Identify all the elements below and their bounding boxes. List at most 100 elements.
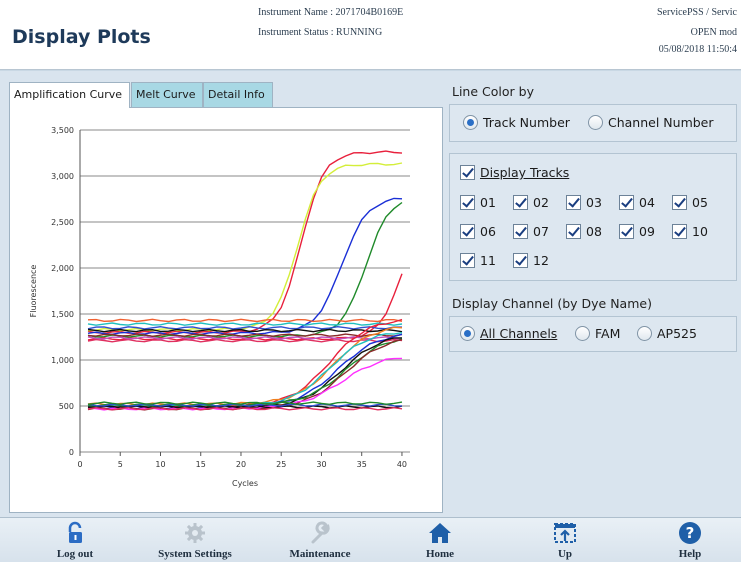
header-bar: Display Plots Instrument Name : 2071704B… [0, 0, 741, 70]
checkbox-checked-icon [460, 224, 475, 239]
track-checkbox-01[interactable]: 01 [460, 195, 496, 210]
tab-detail-info[interactable]: Detail Info [203, 82, 273, 107]
x-tick-label: 25 [276, 460, 286, 469]
log-out-button[interactable]: Log out [40, 518, 110, 562]
track-label: 07 [533, 224, 549, 239]
tab-melt-curve[interactable]: Melt Curve [131, 82, 203, 107]
radio-selected-icon [460, 326, 475, 341]
home-button[interactable]: Home [410, 518, 470, 562]
radio-fam-label: FAM [595, 326, 621, 341]
chart-panel: 0 500 1,000 1,500 2,000 2,500 3,000 3,500 0 5 10 15… [9, 107, 443, 513]
track-checkbox-04[interactable]: 04 [619, 195, 655, 210]
gear-icon [185, 523, 205, 543]
track-checkbox-11[interactable]: 11 [460, 253, 496, 268]
unlock-icon [68, 521, 82, 543]
up-button[interactable]: Up [540, 518, 590, 562]
user-info: ServicePSS / Servic [657, 7, 737, 18]
series-line [87, 150, 403, 335]
bottom-toolbar: Log out System Settings Maintenance Home [0, 517, 741, 562]
up-window-icon [554, 523, 576, 543]
page-title: Display Plots [12, 26, 151, 48]
up-label: Up [557, 548, 573, 560]
amplification-chart: 0 500 1,000 1,500 2,000 2,500 3,000 3,500 0 5 10 15… [29, 126, 410, 488]
y-tick-label: 1,000 [51, 356, 74, 365]
x-tick-label: 30 [316, 460, 326, 469]
datetime: 05/08/2018 11:50:4 [658, 44, 737, 55]
track-label: 08 [586, 224, 602, 239]
track-checkbox-09[interactable]: 09 [619, 224, 655, 239]
system-settings-button[interactable]: System Settings [140, 518, 250, 562]
radio-selected-icon [463, 115, 478, 130]
display-channel-title: Display Channel (by Dye Name) [452, 296, 652, 311]
home-icon [429, 523, 451, 543]
y-tick-label: 3,500 [51, 126, 74, 135]
track-label: 12 [533, 253, 549, 268]
maintenance-button[interactable]: Maintenance [270, 518, 370, 562]
radio-ap525-label: AP525 [657, 326, 697, 341]
x-tick-label: 15 [196, 460, 206, 469]
y-tick-label: 3,000 [51, 172, 74, 181]
display-tracks-checkbox[interactable]: Display Tracks [460, 165, 569, 180]
track-checkbox-06[interactable]: 06 [460, 224, 496, 239]
radio-track-number[interactable]: Track Number [463, 115, 570, 130]
checkbox-checked-icon [566, 224, 581, 239]
tab-amplification-curve[interactable]: Amplification Curve [9, 82, 130, 108]
track-checkbox-02[interactable]: 02 [513, 195, 549, 210]
radio-unselected-icon [637, 326, 652, 341]
checkbox-checked-icon [460, 253, 475, 268]
svg-text:?: ? [686, 524, 695, 542]
radio-channel-number[interactable]: Channel Number [588, 115, 714, 130]
checkbox-checked-icon [672, 195, 687, 210]
help-button[interactable]: ? Help [665, 518, 715, 562]
track-checkbox-05[interactable]: 05 [672, 195, 708, 210]
instrument-status: Instrument Status : RUNNING [258, 27, 383, 38]
series-line [87, 339, 403, 411]
radio-all-channels[interactable]: All Channels [460, 326, 557, 341]
instrument-name: Instrument Name : 2071704B0169E [258, 7, 404, 18]
checkbox-checked-icon [672, 224, 687, 239]
track-label: 10 [692, 224, 708, 239]
y-tick-label: 2,000 [51, 264, 74, 273]
display-tracks-group: Display Tracks 01 02 03 04 05 06 07 08 09 10 11 12 [449, 153, 737, 281]
system-settings-label: System Settings [158, 548, 232, 560]
line-color-group: Track Number Channel Number [449, 104, 737, 142]
y-tick-label: 500 [59, 402, 74, 411]
checkbox-checked-icon [513, 253, 528, 268]
track-label: 11 [480, 253, 496, 268]
line-color-title: Line Color by [452, 84, 534, 99]
radio-unselected-icon [575, 326, 590, 341]
series-line [87, 322, 403, 326]
track-checkbox-10[interactable]: 10 [672, 224, 708, 239]
radio-ap525[interactable]: AP525 [637, 326, 697, 341]
series-line [87, 162, 403, 332]
main-content: Amplification Curve Melt Curve Detail In… [0, 71, 741, 517]
checkbox-checked-icon [513, 224, 528, 239]
x-tick-label: 20 [236, 460, 246, 469]
display-tracks-label: Display Tracks [480, 165, 570, 180]
series-line [87, 337, 402, 410]
series-line [87, 318, 403, 323]
y-tick-label: 2,500 [51, 218, 74, 227]
checkbox-checked-icon [460, 195, 475, 210]
series-line [87, 201, 403, 338]
x-tick-label: 35 [357, 460, 367, 469]
series-line [87, 338, 403, 343]
track-checkbox-03[interactable]: 03 [566, 195, 602, 210]
checkbox-checked-icon [460, 165, 475, 180]
x-tick-label: 10 [155, 460, 165, 469]
track-checkbox-07[interactable]: 07 [513, 224, 549, 239]
x-axis-label: Cycles [232, 479, 258, 488]
track-label: 06 [480, 224, 496, 239]
radio-channel-number-label: Channel Number [608, 115, 714, 130]
x-tick-label: 5 [118, 460, 123, 469]
radio-track-number-label: Track Number [483, 115, 570, 130]
track-checkbox-12[interactable]: 12 [513, 253, 549, 268]
track-checkbox-08[interactable]: 08 [566, 224, 602, 239]
x-tick-label: 40 [397, 460, 407, 469]
checkbox-checked-icon [619, 224, 634, 239]
log-out-label: Log out [56, 548, 94, 560]
series-line [87, 332, 403, 408]
wrench-icon [311, 521, 330, 544]
radio-unselected-icon [588, 115, 603, 130]
radio-fam[interactable]: FAM [575, 326, 620, 341]
